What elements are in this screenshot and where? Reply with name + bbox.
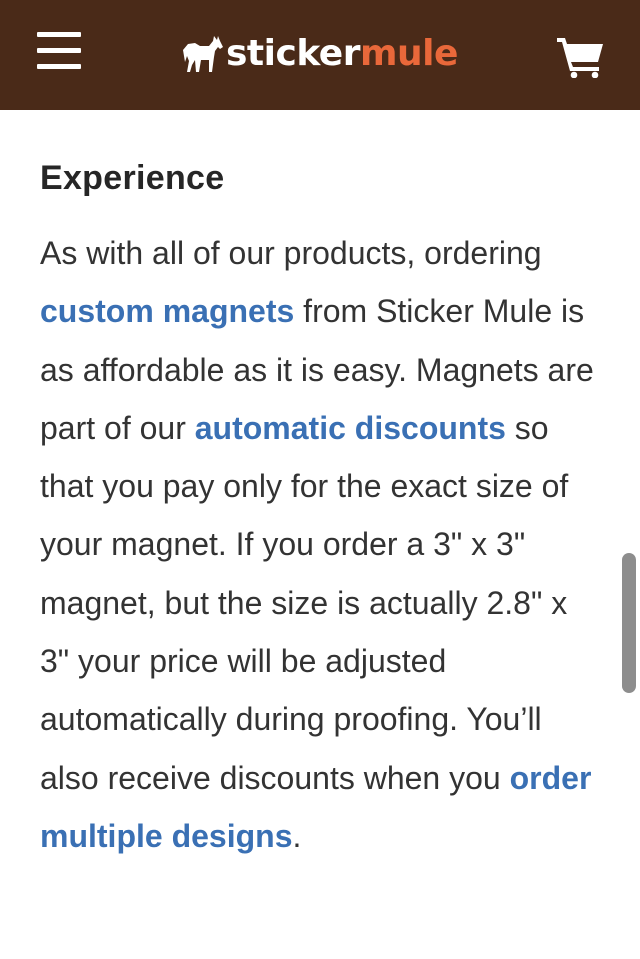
brand-name: stickermule [226,33,458,74]
custom-magnets-link[interactable]: custom magnets [40,293,294,329]
menu-line [37,32,81,37]
menu-line [37,64,81,69]
experience-paragraph: As with all of our products, ordering cu… [40,224,600,865]
paragraph-text: As with all of our products, ordering [40,235,542,271]
mule-icon [183,36,223,72]
sticker-mule-logo[interactable]: stickermule [180,30,458,78]
shopping-cart-icon[interactable] [556,36,604,78]
article-content: Experience As with all of our products, … [40,150,600,865]
top-navigation-bar: stickermule [0,0,640,110]
scrollbar-thumb[interactable] [622,553,636,693]
paragraph-text: so that you pay only for the exact size … [40,409,569,796]
paragraph-text: . [292,817,302,854]
menu-line [37,48,81,53]
hamburger-menu-icon[interactable] [37,32,81,72]
section-heading: Experience [40,159,225,197]
automatic-discounts-link[interactable]: automatic discounts [195,410,506,446]
